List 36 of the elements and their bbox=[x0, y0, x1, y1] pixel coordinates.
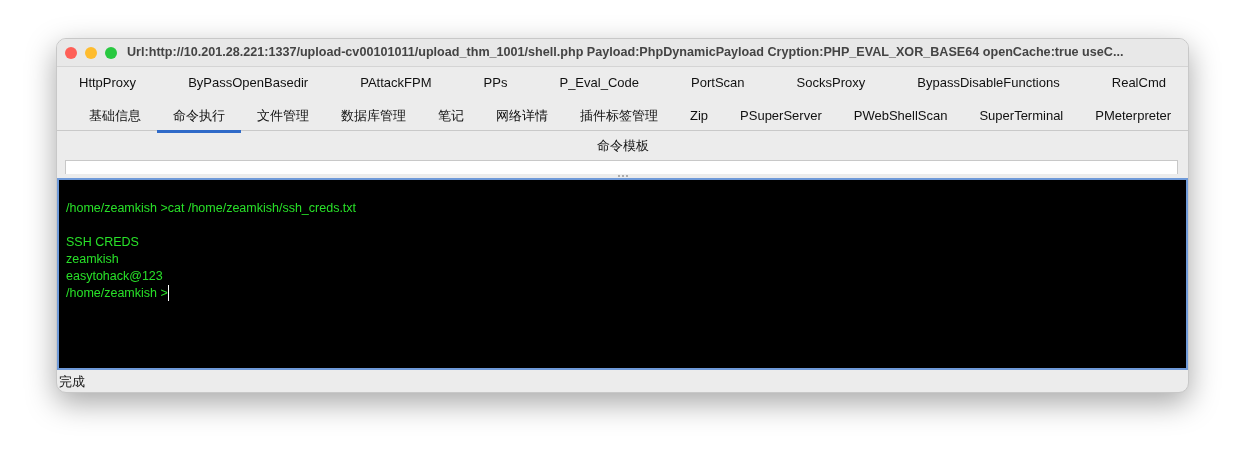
tab[interactable]: ByPassOpenBasedir bbox=[188, 68, 309, 101]
tab[interactable]: 命令执行 bbox=[157, 99, 241, 134]
tab[interactable]: PSuperServer bbox=[724, 99, 838, 134]
tab[interactable]: 网络详情 bbox=[480, 99, 564, 134]
tab[interactable]: SocksProxy bbox=[796, 68, 866, 101]
tab[interactable]: PPs bbox=[483, 68, 508, 101]
tab[interactable]: 插件标签管理 bbox=[564, 99, 674, 134]
tab[interactable]: BypassDisableFunctions bbox=[917, 68, 1060, 101]
text-cursor bbox=[167, 285, 169, 301]
tab[interactable]: P_Eval_Code bbox=[559, 68, 639, 101]
tab[interactable]: 基础信息 bbox=[73, 99, 157, 134]
terminal-prompt: /home/zeamkish > bbox=[66, 284, 168, 302]
tab[interactable]: PWebShellScan bbox=[837, 99, 964, 134]
splitter-handle[interactable] bbox=[57, 173, 1188, 178]
tab[interactable]: Zip bbox=[674, 99, 725, 134]
status-text: 完成 bbox=[59, 374, 85, 389]
terminal-panel[interactable]: /home/zeamkish >cat /home/zeamkish/ssh_creds.txt SSH CREDS zeamkish easytohack@123 /home/zeamkish > bbox=[57, 177, 1188, 370]
zoom-button[interactable] bbox=[105, 46, 117, 59]
window-title: Url:http://10.201.28.221:1337/upload-cv00101011/upload_thm_1001/shell.php Payload:PhpDynamicPayload Cryption:PHP_EVAL_XOR_BASE64 openCache:true useC... bbox=[127, 44, 1124, 62]
tab[interactable]: PortScan bbox=[691, 68, 745, 101]
tab[interactable]: 文件管理 bbox=[241, 99, 325, 134]
tab[interactable]: RealCmd bbox=[1111, 68, 1166, 101]
command-template-label: 命令模板 bbox=[596, 138, 649, 153]
terminal-output: zeamkish bbox=[66, 250, 119, 268]
tab[interactable]: PAttackFPM bbox=[360, 68, 432, 101]
terminal-output: SSH CREDS bbox=[66, 233, 139, 251]
terminal-output: easytohack@123 bbox=[66, 267, 163, 285]
tab[interactable]: 笔记 bbox=[422, 99, 480, 134]
command-template-field[interactable] bbox=[65, 159, 1178, 174]
close-button[interactable] bbox=[65, 46, 77, 59]
tab[interactable]: SuperTerminal bbox=[963, 99, 1080, 134]
tab[interactable]: HttpProxy bbox=[79, 68, 137, 101]
tab[interactable]: PMeterpreter bbox=[1079, 99, 1188, 134]
terminal-command: /home/zeamkish >cat /home/zeamkish/ssh_creds.txt bbox=[66, 199, 357, 217]
minimize-button[interactable] bbox=[85, 46, 97, 59]
tab[interactable]: 数据库管理 bbox=[325, 99, 422, 134]
